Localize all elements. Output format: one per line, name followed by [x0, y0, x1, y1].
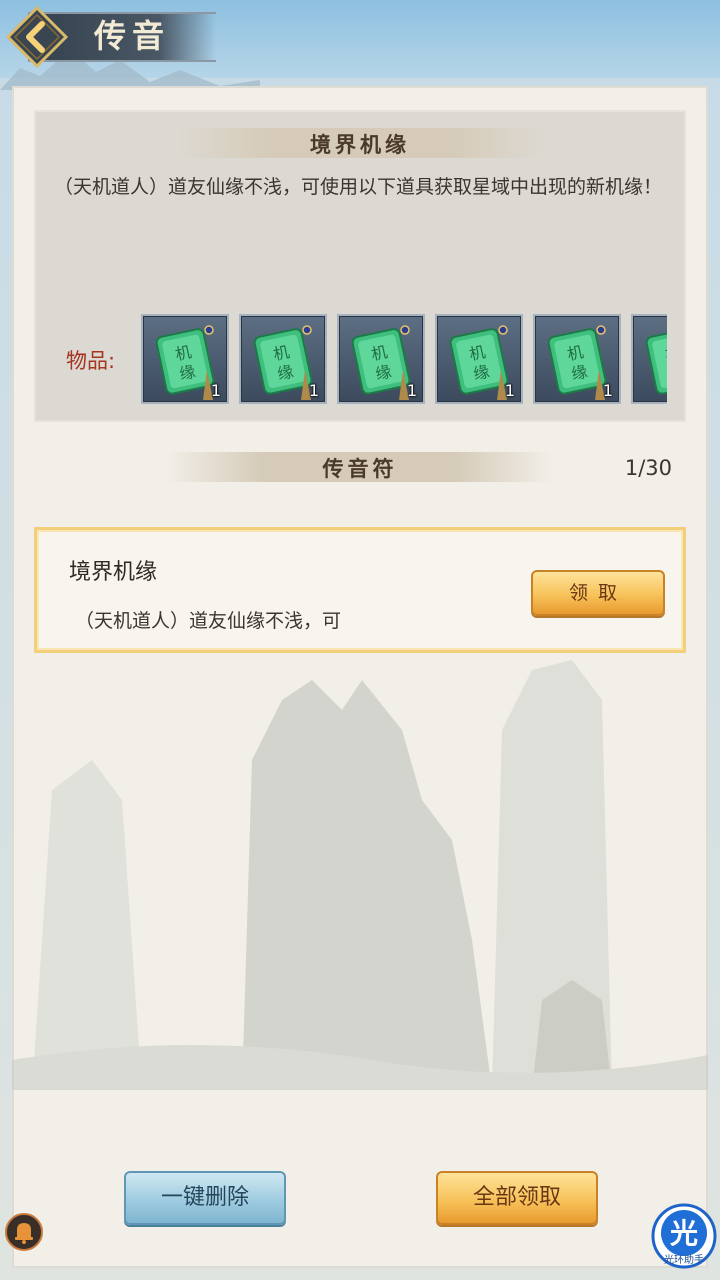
delete-all-button[interactable]: 一键删除 [124, 1171, 286, 1225]
claim-button[interactable]: 领取 [531, 570, 665, 616]
item-count: 1 [406, 381, 417, 400]
item-slot[interactable]: 机 缘 1 [239, 314, 327, 404]
item-count: 1 [504, 381, 515, 400]
items-label: 物品: [66, 349, 116, 373]
message-preview: （天机道人）道友仙缘不浅，可 [75, 610, 342, 632]
back-button[interactable] [5, 5, 69, 69]
talisman-section-title: 传音符 [322, 456, 398, 481]
items-list[interactable]: 机 缘 1 机 缘 1 机 缘 1 机 缘 1 机 缘 1 [141, 314, 667, 406]
item-count: 1 [308, 381, 319, 400]
item-slot[interactable]: 机 缘 1 [435, 314, 523, 404]
item-slot[interactable]: 机 缘 1 [533, 314, 621, 404]
message-title: 境界机缘 [69, 560, 158, 585]
notification-bell-button[interactable] [4, 1212, 44, 1252]
bell-icon [5, 1213, 43, 1251]
helper-app-logo[interactable]: 光 光环助手 [651, 1203, 717, 1269]
helper-logo-text: 光环助手 [664, 1253, 704, 1266]
item-count: 1 [602, 381, 613, 400]
top-bar: 传音 [0, 0, 720, 90]
item-slot[interactable]: 机 缘 1 [337, 314, 425, 404]
landscape-background [12, 660, 708, 1090]
page-title: 传音 [94, 17, 171, 55]
item-slot[interactable]: 机 缘 1 [141, 314, 229, 404]
realm-section-title: 境界机缘 [310, 132, 410, 157]
claim-all-button[interactable]: 全部领取 [436, 1171, 598, 1225]
chevron-left-icon [5, 5, 69, 69]
item-slot[interactable]: 机 缘 1 [631, 314, 667, 404]
halo-assistant-icon: 光 光环助手 [651, 1203, 717, 1269]
helper-logo-glyph: 光 [669, 1217, 698, 1250]
realm-intro-text: （天机道人）道友仙缘不浅，可使用以下道具获取星域中出现的新机缘！ [54, 176, 663, 198]
message-counter: 1/30 [624, 456, 672, 480]
message-card[interactable]: 境界机缘 （天机道人）道友仙缘不浅，可 领取 [34, 527, 686, 653]
item-count: 1 [210, 381, 221, 400]
jade-token-icon: 机 缘 [645, 328, 667, 395]
